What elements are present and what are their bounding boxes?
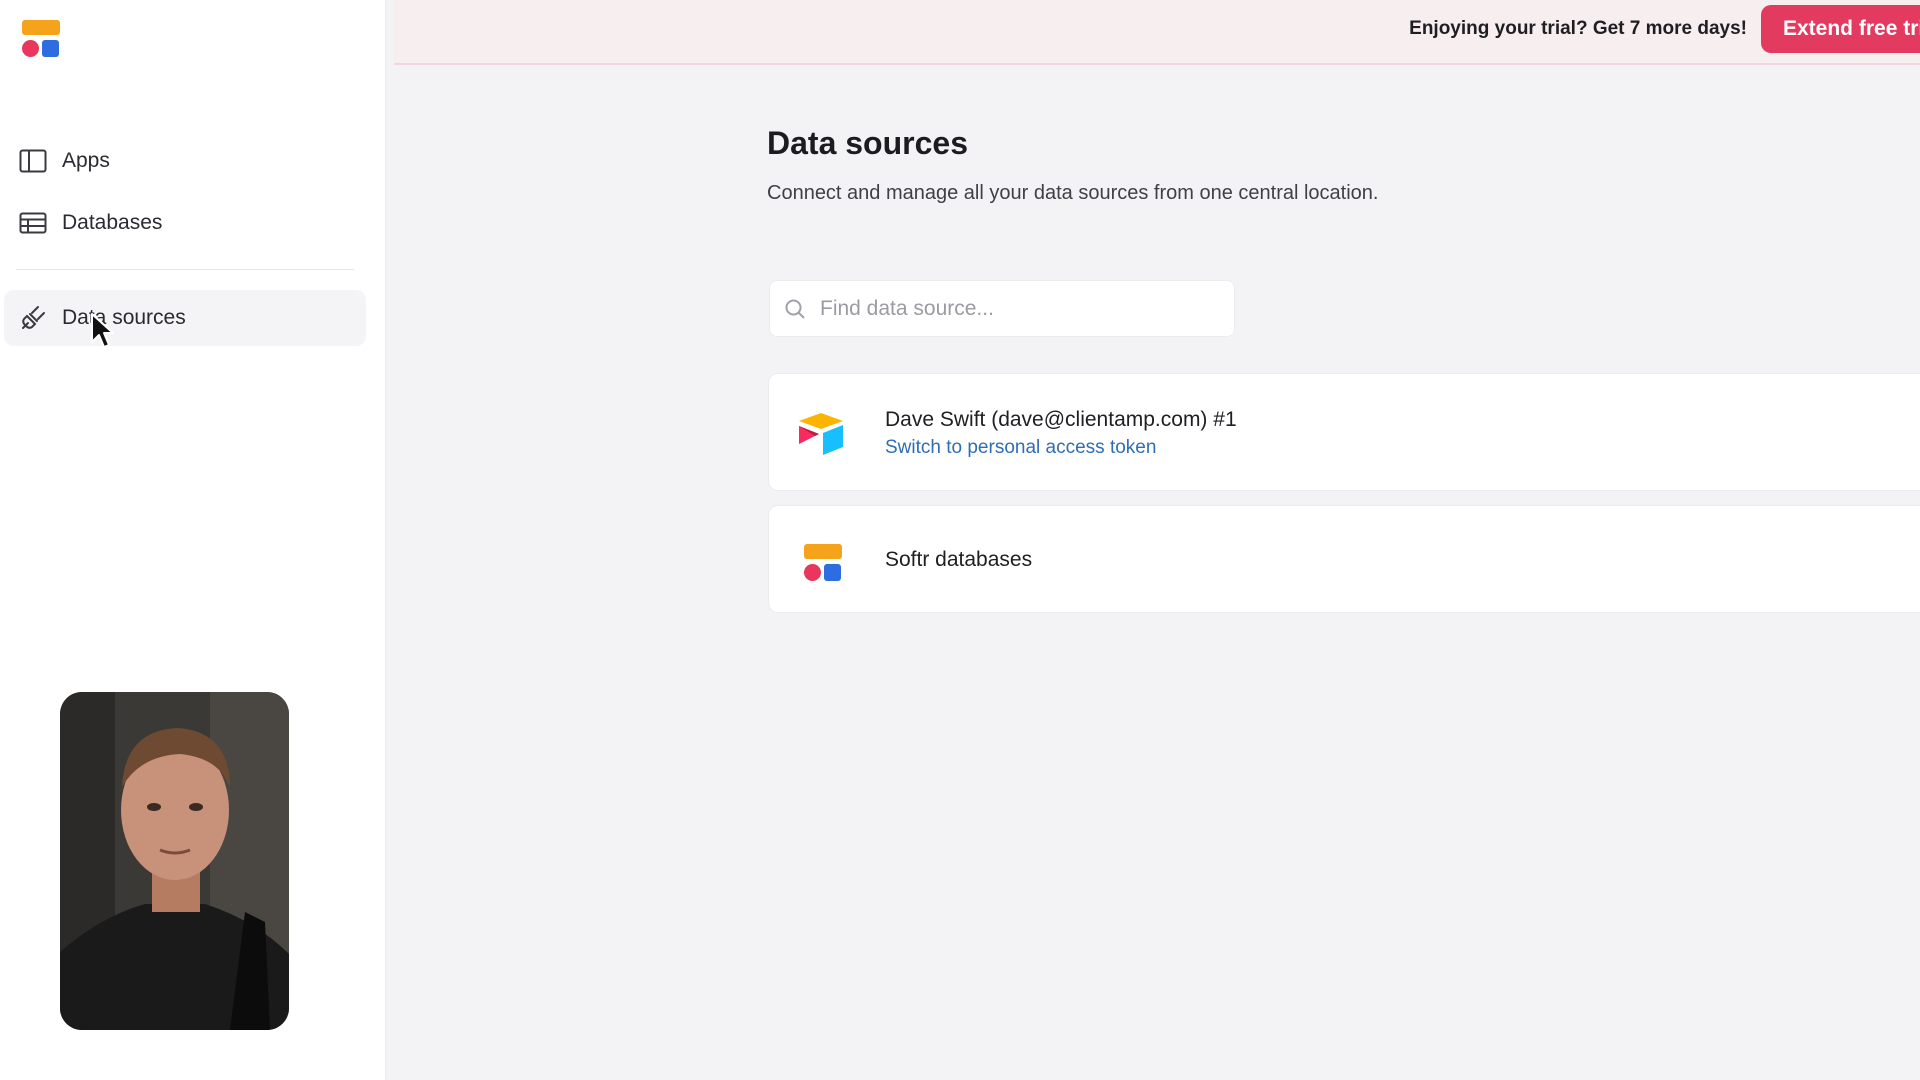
- data-source-name: Softr databases: [885, 548, 1033, 571]
- mouse-cursor-icon: [91, 313, 114, 348]
- data-source-card-softr[interactable]: Softr databases: [768, 505, 1920, 613]
- data-source-name: Dave Swift (dave@clientamp.com) #1: [885, 408, 1237, 431]
- sidebar-item-label: Databases: [62, 211, 163, 234]
- sidebar-item-data-sources[interactable]: Data sources: [4, 290, 366, 346]
- sidebar-item-apps[interactable]: Apps: [4, 133, 366, 189]
- sidebar: Apps Databases Data sources: [0, 0, 386, 1080]
- switch-to-token-link[interactable]: Switch to personal access token: [885, 437, 1156, 459]
- sidebar-item-label: Apps: [62, 149, 110, 172]
- sidebar-item-label: Data sources: [62, 306, 186, 329]
- search-box[interactable]: [769, 280, 1235, 337]
- softr-logo[interactable]: [22, 20, 60, 58]
- page-title: Data sources: [767, 125, 968, 161]
- search-icon: [785, 299, 805, 319]
- trial-banner-text: Enjoying your trial? Get 7 more days!: [1409, 18, 1747, 39]
- page-subtitle: Connect and manage all your data sources…: [767, 182, 1379, 204]
- data-source-card-airtable[interactable]: Dave Swift (dave@clientamp.com) #1 Switc…: [768, 373, 1920, 491]
- airtable-logo-icon: [799, 413, 843, 455]
- webcam-overlay: [60, 692, 289, 1030]
- apps-panel-icon: [18, 146, 48, 176]
- trial-banner: Enjoying your trial? Get 7 more days! Ex…: [394, 0, 1920, 65]
- softr-logo-icon: [795, 534, 847, 586]
- database-table-icon: [18, 208, 48, 238]
- search-input[interactable]: [818, 295, 1222, 322]
- sidebar-divider: [16, 269, 354, 270]
- extend-trial-button[interactable]: Extend free tri: [1761, 5, 1920, 53]
- plug-icon: [18, 303, 48, 333]
- sidebar-item-databases[interactable]: Databases: [4, 195, 366, 251]
